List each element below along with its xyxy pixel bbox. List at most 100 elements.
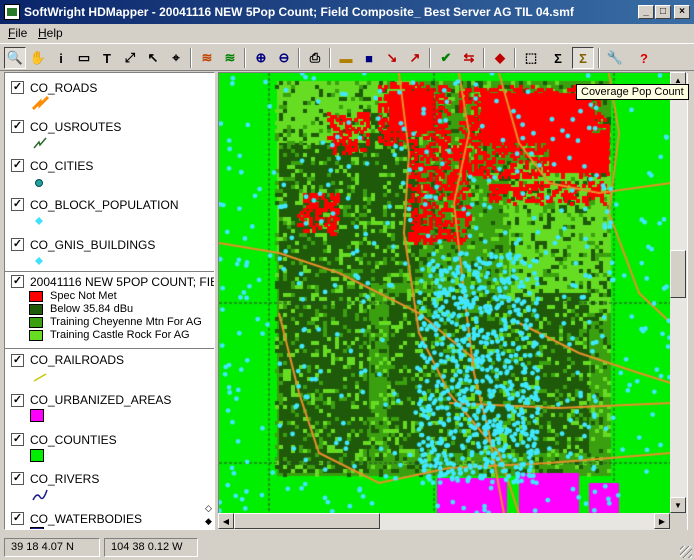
layer-gnis-buildings-checkbox[interactable]: ✓: [11, 238, 24, 251]
label-tool-icon[interactable]: ▭: [73, 47, 95, 69]
zoom-out-icon[interactable]: ⊖: [273, 47, 295, 69]
toolbar-separator: [329, 48, 331, 68]
app-icon[interactable]: [4, 4, 20, 20]
layer-roads-checkbox[interactable]: ✓: [11, 81, 24, 94]
horizontal-scroll-thumb[interactable]: [234, 513, 380, 529]
horizontal-scrollbar[interactable]: ◀ ▶: [218, 513, 670, 530]
below-threshold-swatch: [29, 304, 43, 315]
layers-icon[interactable]: ≋: [196, 47, 218, 69]
roads-symbol-icon: [31, 95, 50, 111]
scroll-down-button[interactable]: ▼: [670, 497, 686, 513]
zoom-in-icon[interactable]: ⊕: [250, 47, 272, 69]
layer-railroads[interactable]: ✓ CO_RAILROADS: [5, 351, 214, 389]
layer-rivers-label: CO_RIVERS: [30, 472, 100, 486]
layer-coverage[interactable]: ✓ 20041116 NEW 5POP COUNT; FIELD Spec No…: [5, 274, 215, 348]
layer-roads-label: CO_ROADS: [30, 81, 98, 95]
scroll-left-button[interactable]: ◀: [218, 513, 234, 529]
layers-alt-icon[interactable]: ≋: [219, 47, 241, 69]
export-icon[interactable]: ↗: [404, 47, 426, 69]
layer-rivers-checkbox[interactable]: ✓: [11, 472, 24, 485]
status-bar: 39 18 4.07 N 104 38 0.12 W: [0, 536, 694, 560]
menu-help[interactable]: Help: [38, 26, 63, 40]
layer-rivers[interactable]: ✓ CO_RIVERS: [5, 470, 214, 508]
layer-urbanized-areas-label: CO_URBANIZED_AREAS: [30, 393, 172, 407]
layer-usroutes-checkbox[interactable]: ✓: [11, 120, 24, 133]
toolbar-separator: [298, 48, 300, 68]
layer-waterbodies[interactable]: ✓ CO_WATERBODIES: [5, 510, 214, 529]
zoom-tool-icon[interactable]: 🔍: [4, 47, 26, 69]
menu-file-label: ile: [15, 26, 28, 40]
sum-icon[interactable]: Σ: [547, 47, 569, 69]
window-title: SoftWright HDMapper - 20041116 NEW 5Pop …: [24, 5, 574, 19]
layer-coverage-label: 20041116 NEW 5POP COUNT; FIELD: [30, 275, 215, 289]
layer-coverage-checkbox[interactable]: ✓: [11, 275, 24, 288]
layer-counties-checkbox[interactable]: ✓: [11, 433, 24, 446]
castle-rock-swatch: [29, 330, 43, 341]
layer-counties[interactable]: ✓ CO_COUNTIES: [5, 431, 214, 469]
vertical-scroll-thumb[interactable]: [670, 250, 686, 298]
vertical-scrollbar[interactable]: ▲ ▼: [670, 72, 687, 513]
toolbar-separator: [429, 48, 431, 68]
legend-separator: [5, 271, 214, 273]
toolbar-separator: [244, 48, 246, 68]
open-folder-icon[interactable]: ▬: [335, 47, 357, 69]
counties-swatch: [30, 449, 44, 462]
layer-block-population-label: CO_BLOCK_POPULATION: [30, 198, 179, 212]
select-tool-icon[interactable]: ↖: [142, 47, 164, 69]
layer-roads[interactable]: ✓ CO_ROADS: [5, 77, 214, 115]
minimize-button[interactable]: _: [638, 5, 654, 19]
import-icon[interactable]: ↘: [381, 47, 403, 69]
merge-icon[interactable]: ⇆: [458, 47, 480, 69]
title-bar: SoftWright HDMapper - 20041116 NEW 5Pop …: [0, 0, 694, 24]
layer-cities-label: CO_CITIES: [30, 159, 94, 173]
layer-block-population[interactable]: ✓ CO_BLOCK_POPULATION: [5, 195, 214, 233]
status-latitude: 39 18 4.07 N: [4, 538, 100, 557]
close-button[interactable]: ×: [674, 5, 690, 19]
maximize-button[interactable]: □: [655, 5, 671, 19]
toolbar-separator: [483, 48, 485, 68]
layer-railroads-checkbox[interactable]: ✓: [11, 354, 24, 367]
spec-not-met-label: Spec Not Met: [50, 290, 117, 302]
coverage-pop-count-icon[interactable]: Σ: [572, 47, 594, 69]
below-threshold-label: Below 35.84 dBu: [50, 303, 134, 315]
menu-help-label: elp: [46, 26, 63, 40]
layer-gnis-buildings[interactable]: ✓ CO_GNIS_BUILDINGS: [5, 235, 214, 273]
toolbar-separator: [514, 48, 516, 68]
waterbodies-swatch: [30, 527, 44, 529]
save-icon[interactable]: ■: [358, 47, 380, 69]
layer-urbanized-areas-checkbox[interactable]: ✓: [11, 394, 24, 407]
wrench-icon[interactable]: 🔧: [604, 47, 626, 69]
resize-grip[interactable]: [680, 546, 692, 558]
usroutes-symbol-icon: [33, 137, 47, 149]
urbanized-areas-swatch: [30, 409, 44, 422]
map-view[interactable]: [218, 72, 688, 530]
pan-tool-icon[interactable]: ✋: [27, 47, 49, 69]
rivers-symbol-icon: [32, 489, 48, 501]
info-tool-icon[interactable]: i: [50, 47, 72, 69]
railroads-symbol-icon: [33, 373, 47, 382]
layer-urbanized-areas[interactable]: ✓ CO_URBANIZED_AREAS: [5, 391, 214, 429]
layer-block-population-checkbox[interactable]: ✓: [11, 198, 24, 211]
stack-icon[interactable]: ◆: [489, 47, 511, 69]
coverage-map-canvas[interactable]: [219, 73, 671, 514]
layer-usroutes-label: CO_USROUTES: [30, 120, 122, 134]
cheyenne-label: Training Cheyenne Mtn For AG: [50, 316, 202, 328]
text-tool-icon[interactable]: T: [96, 47, 118, 69]
menu-file[interactable]: File: [8, 26, 27, 40]
scroll-right-button[interactable]: ▶: [654, 513, 670, 529]
find-tool-icon[interactable]: ⌖: [165, 47, 187, 69]
legend-scroll-down-icon[interactable]: ◆: [205, 516, 212, 527]
menu-bar: File Help: [0, 24, 694, 42]
castle-rock-label: Training Castle Rock For AG: [50, 329, 190, 341]
legend-scroll-up-icon[interactable]: ◇: [205, 503, 212, 514]
layer-cities-checkbox[interactable]: ✓: [11, 159, 24, 172]
layer-waterbodies-checkbox[interactable]: ✓: [11, 512, 24, 525]
pointer-icon[interactable]: ⬚: [520, 47, 542, 69]
layer-cities[interactable]: ✓ CO_CITIES: [5, 156, 214, 194]
print-icon[interactable]: ⎙: [304, 47, 326, 69]
layer-railroads-label: CO_RAILROADS: [30, 353, 125, 367]
check-icon[interactable]: ✔: [435, 47, 457, 69]
help-icon[interactable]: ?: [633, 47, 655, 69]
layer-usroutes[interactable]: ✓ CO_USROUTES: [5, 117, 214, 155]
line-tool-icon[interactable]: ⤢: [119, 47, 141, 69]
